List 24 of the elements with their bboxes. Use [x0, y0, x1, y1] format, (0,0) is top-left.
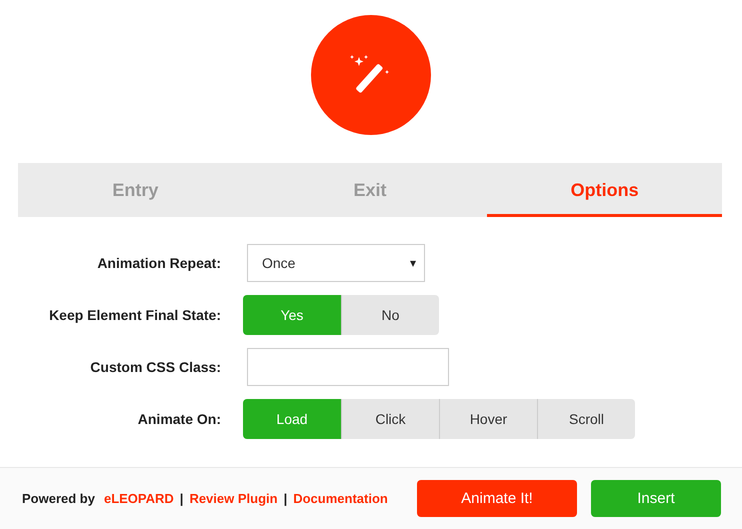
insert-button[interactable]: Insert	[591, 480, 721, 517]
tab[interactable]: Exit	[252, 163, 488, 217]
powered-by-text: Powered by	[22, 491, 95, 506]
toggle-option[interactable]: Yes	[243, 295, 341, 335]
animate-button[interactable]: Animate It!	[417, 480, 577, 517]
toggle-option[interactable]: Click	[341, 399, 439, 439]
field-label: Keep Element Final State:	[48, 307, 221, 323]
tab[interactable]: Entry	[18, 163, 253, 217]
select-field[interactable]: Once ▾	[247, 244, 425, 282]
toggle-option[interactable]: No	[341, 295, 439, 335]
footer-link[interactable]: eLEOPARD	[104, 491, 174, 506]
field-label: Animation Repeat:	[96, 255, 221, 271]
separator: |	[284, 491, 288, 506]
toggle-option[interactable]: Hover	[439, 399, 537, 439]
field-label: Custom CSS Class:	[89, 359, 221, 375]
input-field[interactable]	[247, 348, 449, 386]
footer-link[interactable]: Review Plugin	[189, 491, 278, 506]
footer-link[interactable]: Documentation	[293, 491, 388, 506]
field-label: Animate On:	[136, 411, 221, 427]
separator: |	[180, 491, 184, 506]
tab[interactable]: Options	[487, 163, 722, 217]
caret-icon: ▾	[410, 256, 416, 270]
toggle-option[interactable]: Scroll	[537, 399, 635, 439]
toggle-option[interactable]: Load	[243, 399, 341, 439]
